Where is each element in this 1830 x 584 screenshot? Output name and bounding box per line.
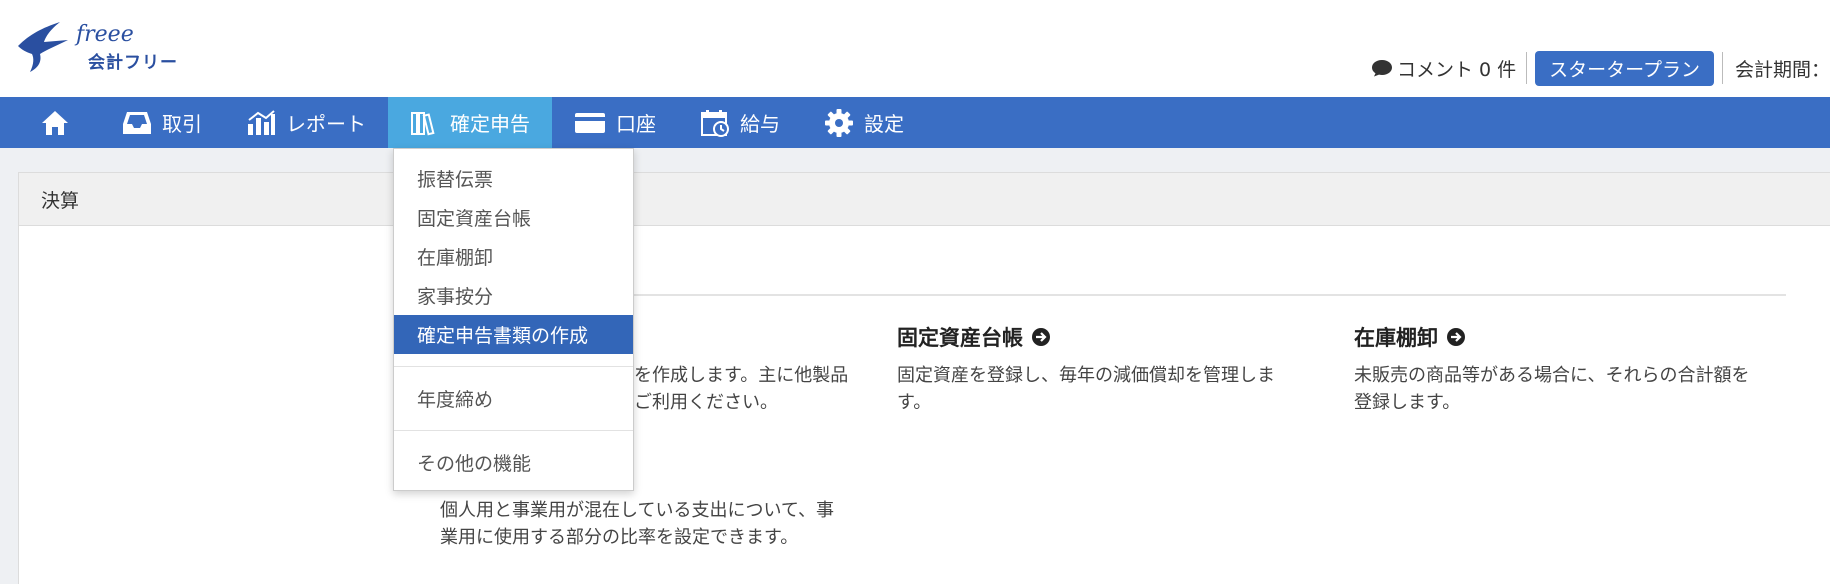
nav-kyuyo-label: 給与	[740, 112, 780, 136]
nav-report-label: レポート	[286, 112, 366, 136]
books-icon	[411, 111, 435, 135]
header-right: コメント 0 件 スタータープラン 会計期間：	[1361, 50, 1830, 86]
card-fixed-asset-desc: 固定資産を登録し、毎年の減価償却を管理しま す。	[897, 365, 1275, 413]
inbox-icon	[123, 111, 151, 134]
calendar-icon	[701, 109, 729, 137]
chart-icon	[248, 109, 275, 135]
nav-report[interactable]: レポート	[224, 97, 388, 148]
menu-divider	[394, 366, 633, 367]
card-icon	[575, 112, 605, 133]
main-nav: 取引 レポート 確定申告 口座 給与 設定	[0, 97, 1830, 148]
menu-item-kaji[interactable]: 家事按分	[394, 276, 633, 315]
card-fixed-asset-title[interactable]: 固定資産台帳	[897, 322, 1051, 352]
header-divider	[1526, 52, 1528, 84]
nav-torihiki[interactable]: 取引	[100, 97, 224, 148]
menu-item-kakutei-documents[interactable]: 確定申告書類の作成	[394, 315, 633, 354]
menu-item-nendo[interactable]: 年度締め	[394, 379, 633, 418]
freee-logo[interactable]: freee 会計フリー	[16, 18, 186, 74]
menu-item-stock[interactable]: 在庫棚卸	[394, 237, 633, 276]
logo-script: freee	[76, 22, 134, 47]
comment-icon	[1371, 60, 1392, 77]
nav-kakutei-label: 確定申告	[450, 112, 530, 136]
nav-koza[interactable]: 口座	[552, 97, 678, 148]
card-kaji-desc: 個人用と事業用が混在している支出について、事 業用に使用する部分の比率を設定でき…	[440, 500, 835, 548]
logo-text: 会計フリー	[88, 53, 178, 73]
home-icon	[42, 110, 68, 135]
kakutei-dropdown-menu: 振替伝票 固定資産台帳 在庫棚卸 家事按分 確定申告書類の作成 年度締め その他…	[393, 148, 634, 491]
nav-kyuyo[interactable]: 給与	[678, 97, 802, 148]
card-stock-title[interactable]: 在庫棚卸	[1354, 322, 1466, 352]
section-divider	[440, 294, 1786, 296]
arrow-circle-right-icon	[1032, 328, 1050, 346]
comment-label: コメント 0 件	[1396, 58, 1517, 81]
nav-kakutei-shinkoku[interactable]: 確定申告	[388, 97, 552, 148]
comment-link[interactable]: コメント 0 件	[1361, 55, 1526, 82]
gear-icon	[825, 108, 853, 137]
menu-item-fixed-asset[interactable]: 固定資産台帳	[394, 198, 633, 237]
arrow-circle-right-icon	[1447, 328, 1465, 346]
top-header: freee 会計フリー コメント 0 件 スタータープラン 会計期間：	[0, 0, 1830, 97]
nav-torihiki-label: 取引	[162, 112, 202, 136]
menu-item-other[interactable]: その他の機能	[394, 443, 633, 482]
nav-settei-label: 設定	[864, 112, 904, 136]
nav-koza-label: 口座	[616, 112, 656, 136]
card-furikae-desc: を作成します。主に他製品 ご利用ください。	[634, 365, 849, 413]
swallow-icon	[18, 22, 68, 72]
panel-title: 決算	[19, 173, 1830, 226]
nav-settei[interactable]: 設定	[802, 97, 926, 148]
menu-item-furikae[interactable]: 振替伝票	[394, 159, 633, 198]
fiscal-period-label[interactable]: 会計期間：	[1723, 55, 1830, 82]
starter-plan-button[interactable]: スタータープラン	[1535, 50, 1714, 86]
nav-home[interactable]	[0, 97, 100, 148]
card-stock-desc: 未販売の商品等がある場合に、それらの合計額を 登録します。	[1354, 365, 1750, 413]
menu-divider	[394, 430, 633, 431]
